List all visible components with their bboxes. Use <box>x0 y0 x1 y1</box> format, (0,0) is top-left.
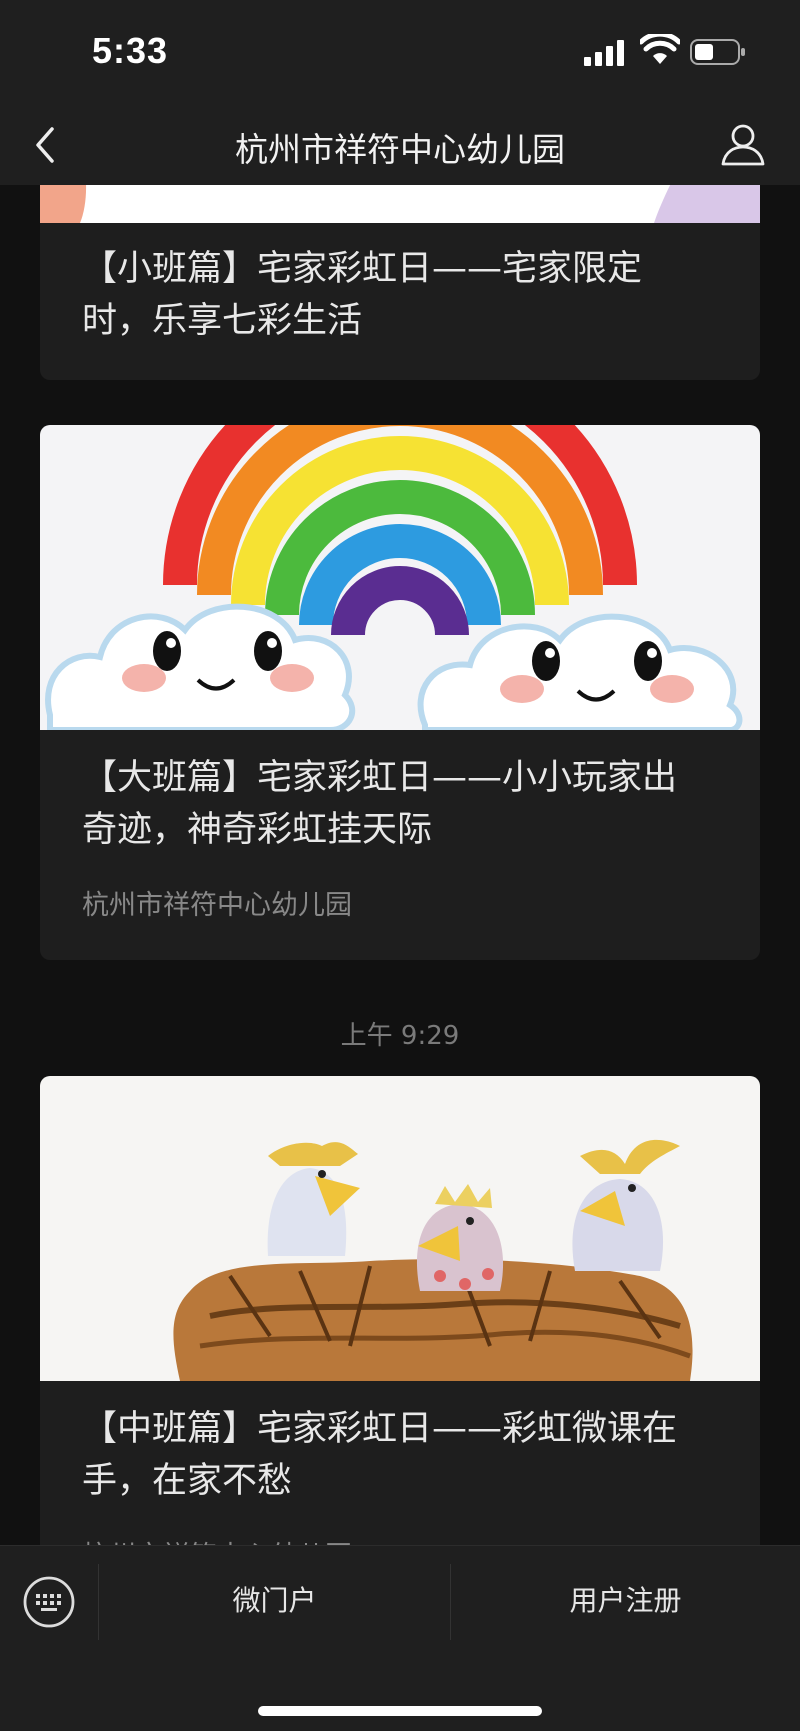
status-bar: 5:33 <box>0 0 800 105</box>
article-cover-image <box>40 1076 760 1381</box>
keyboard-icon[interactable] <box>22 1575 76 1629</box>
article-cover-image <box>40 425 760 730</box>
article-card[interactable]: 【中班篇】宅家彩虹日——彩虹微课在 手，在家不愁 杭州市祥符中心幼儿园 <box>40 1076 760 1545</box>
menu-item-portal[interactable]: 微门户 <box>99 1576 450 1626</box>
bottom-menu: 微门户 用户注册 <box>0 1545 800 1731</box>
wifi-icon <box>640 34 680 64</box>
nav-bar: 杭州市祥符中心幼儿园 <box>0 105 800 185</box>
article-cover-image <box>40 185 760 223</box>
article-source: 杭州市祥符中心幼儿园 <box>82 1534 352 1545</box>
article-title: 【大班篇】宅家彩虹日——小小玩家出 奇迹，神奇彩虹挂天际 <box>82 758 678 850</box>
menu-item-register[interactable]: 用户注册 <box>451 1576 800 1626</box>
article-card[interactable]: 【小班篇】宅家彩虹日——宅家限定 时，乐享七彩生活 <box>40 185 760 380</box>
status-time: 5:33 <box>92 30 169 71</box>
article-title: 【小班篇】宅家彩虹日——宅家限定 时，乐享七彩生活 <box>82 249 643 341</box>
battery-icon <box>690 39 745 65</box>
message-feed[interactable]: 【小班篇】宅家彩虹日——宅家限定 时，乐享七彩生活 【大班篇】宅家彩虹日——小小… <box>0 185 800 1545</box>
home-indicator[interactable] <box>258 1706 542 1716</box>
article-title: 【中班篇】宅家彩虹日——彩虹微课在 手，在家不愁 <box>82 1409 678 1501</box>
profile-icon[interactable] <box>720 121 766 167</box>
page-title: 杭州市祥符中心幼儿园 <box>235 130 565 169</box>
article-card[interactable]: 【大班篇】宅家彩虹日——小小玩家出 奇迹，神奇彩虹挂天际 杭州市祥符中心幼儿园 <box>40 425 760 960</box>
signal-icon <box>584 40 626 66</box>
message-timestamp: 上午 9:29 <box>340 1021 460 1051</box>
article-source: 杭州市祥符中心幼儿园 <box>82 890 352 921</box>
